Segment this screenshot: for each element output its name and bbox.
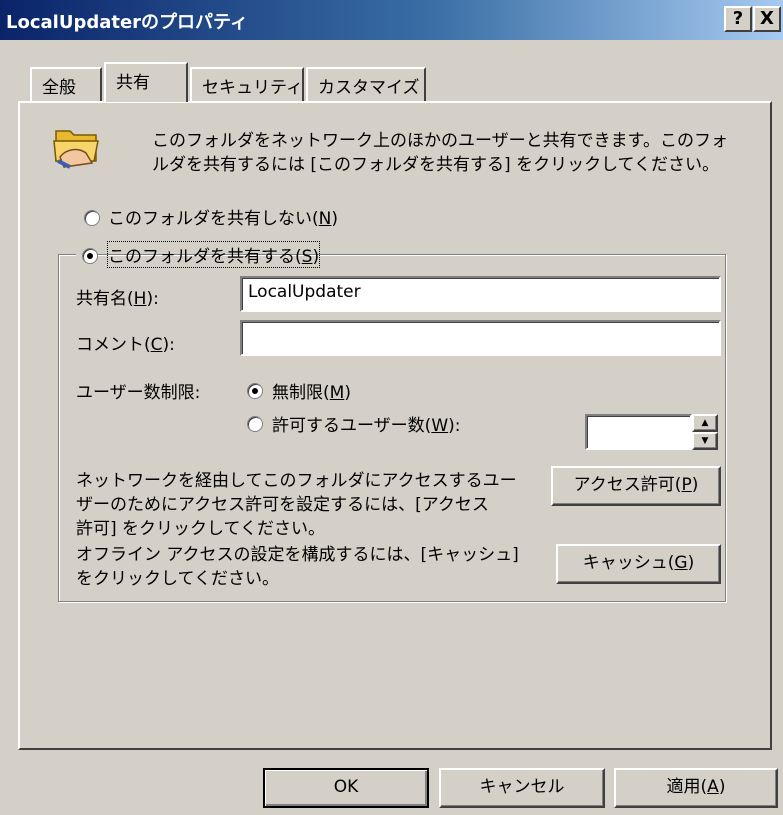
comment-label: コメント(C):: [76, 335, 175, 355]
allowed-users-label[interactable]: 許可するユーザー数(W):: [272, 411, 461, 436]
description-line-1: このフォルダをネットワーク上のほかのユーザーと共有できます。このフォ: [152, 131, 728, 151]
share-name-input[interactable]: LocalUpdater: [240, 276, 721, 312]
cancel-button[interactable]: キャンセル: [439, 768, 605, 808]
share-label[interactable]: このフォルダを共有する(S): [106, 241, 321, 268]
share-radio[interactable]: [82, 248, 98, 264]
unlimited-label[interactable]: 無制限(M): [272, 378, 351, 403]
tab-sharing[interactable]: 共有: [104, 62, 188, 102]
close-button[interactable]: X: [753, 6, 781, 32]
help-button[interactable]: ?: [724, 6, 752, 32]
no-share-radio[interactable]: [84, 210, 100, 226]
properties-window: LocalUpdaterのプロパティ ? X 全般 共有 セキュリティ カスタマ…: [0, 0, 783, 815]
allowed-users-radio[interactable]: [247, 416, 263, 432]
cache-text-line-1: オフライン アクセスの設定を構成するには、[キャッシュ]: [76, 545, 519, 565]
share-legend: このフォルダを共有する(S): [76, 241, 321, 268]
permissions-text-line-2: ザーのためにアクセス許可を設定するには、[アクセス: [76, 495, 489, 515]
user-count-spinner[interactable]: ▲ ▼: [692, 414, 718, 450]
tab-security[interactable]: セキュリティ: [190, 67, 304, 101]
no-share-label[interactable]: このフォルダを共有しない(N): [108, 204, 338, 229]
allowed-users-input[interactable]: [585, 414, 692, 450]
cache-button[interactable]: キャッシュ(G): [556, 544, 721, 584]
permissions-text-line-3: 許可] をクリックしてください。: [76, 519, 326, 539]
permissions-text-line-1: ネットワークを経由してこのフォルダにアクセスするユー: [76, 471, 517, 491]
description-line-2: ルダを共有するには [このフォルダを共有する] をクリックしてください。: [152, 155, 720, 175]
spin-down-icon[interactable]: ▼: [692, 432, 718, 450]
share-name-label: 共有名(H):: [76, 289, 159, 309]
apply-button[interactable]: 適用(A): [614, 768, 778, 808]
cache-text-line-2: をクリックしてください。: [76, 569, 279, 589]
window-title: LocalUpdaterのプロパティ: [6, 12, 248, 33]
ok-button[interactable]: OK: [263, 768, 429, 808]
tab-customize[interactable]: カスタマイズ: [306, 67, 426, 101]
permissions-button[interactable]: アクセス許可(P): [551, 466, 721, 506]
unlimited-radio[interactable]: [247, 383, 263, 399]
spin-up-icon[interactable]: ▲: [692, 414, 718, 432]
user-limit-label: ユーザー数制限:: [76, 383, 201, 403]
tab-general[interactable]: 全般: [30, 67, 102, 101]
folder-share-icon: [53, 130, 99, 169]
comment-input[interactable]: [240, 320, 721, 356]
title-bar[interactable]: LocalUpdaterのプロパティ ? X: [0, 0, 783, 40]
